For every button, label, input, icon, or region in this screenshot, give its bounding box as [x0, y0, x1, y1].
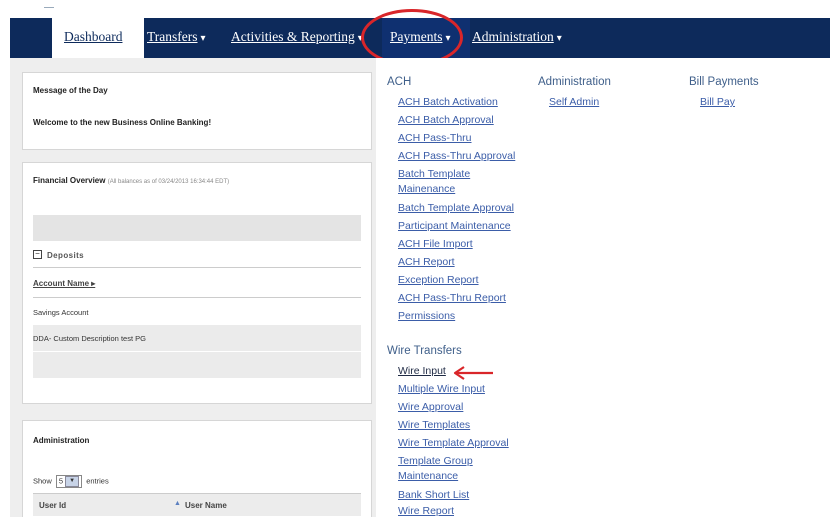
nav-administration-label: Administration [472, 29, 554, 44]
menu-item-exception-report[interactable]: Exception Report [398, 274, 479, 287]
message-of-the-day-panel: Message of the Day Welcome to the new Bu… [22, 72, 372, 150]
top-divider [44, 7, 54, 8]
chevron-down-icon: ▾ [200, 33, 206, 44]
menu-item-template-group[interactable]: Template Group [398, 455, 473, 468]
menu-item-ach-pass-thru-approval[interactable]: ACH Pass-Thru Approval [398, 150, 515, 163]
menu-item-ach-batch-approval[interactable]: ACH Batch Approval [398, 114, 494, 127]
menu-item-bill-pay[interactable]: Bill Pay [700, 96, 735, 109]
nav-payments[interactable]: Payments ▾ [390, 29, 451, 47]
user-id-header[interactable]: User Id [39, 501, 66, 510]
deposits-section-header[interactable]: − Deposits [33, 245, 361, 268]
account-name: Savings Account [33, 308, 89, 317]
nav-dashboard-label: Dashboard [64, 29, 123, 44]
nav-administration[interactable]: Administration ▾ [472, 29, 562, 47]
financial-subtitle: (All balances as of 03/24/2013 16:34:44 … [107, 179, 230, 185]
menu-item-wire-approval[interactable]: Wire Approval [398, 401, 463, 414]
entries-label: entries [86, 476, 109, 486]
menu-item-ach-batch-activation[interactable]: ACH Batch Activation [398, 96, 498, 109]
nav-transfers-label: Transfers [147, 29, 198, 44]
top-strip [0, 0, 830, 18]
nav-activities-reporting[interactable]: Activities & Reporting ▾ [231, 29, 363, 47]
sort-ascending-icon[interactable]: ▲ [174, 500, 181, 507]
financial-title-text: Financial Overview [33, 176, 106, 185]
bill-payments-heading: Bill Payments [689, 76, 759, 88]
users-table-header: User Id ▲ User Name [33, 493, 361, 516]
collapse-icon[interactable]: − [33, 250, 42, 259]
entries-select-value: 5 [58, 476, 64, 486]
menu-item-ach-report[interactable]: ACH Report [398, 256, 455, 269]
financial-overview-panel: Financial Overview (All balances as of 0… [22, 162, 372, 404]
motd-title: Message of the Day [33, 86, 108, 95]
menu-item-ach-file-import[interactable]: ACH File Import [398, 238, 473, 251]
menu-item-bank-short-list[interactable]: Bank Short List [398, 489, 469, 502]
main-nav-bar: Dashboard Transfers ▾ Activities & Report… [10, 18, 830, 58]
chevron-down-icon: ▾ [357, 33, 363, 44]
menu-item-wire-report[interactable]: Wire Report [398, 505, 454, 518]
wire-transfers-heading: Wire Transfers [387, 345, 462, 357]
menu-item-batch-template-approval[interactable]: Batch Template Approval [398, 202, 514, 215]
entries-selector: Show 5 ▼ entries [33, 475, 109, 488]
menu-item-wire-template-approval[interactable]: Wire Template Approval [398, 437, 509, 450]
nav-payments-label: Payments [390, 29, 443, 44]
admin-heading: Administration [538, 76, 611, 88]
account-name: DDA- Custom Description test PG [33, 334, 146, 343]
nav-activities-label: Activities & Reporting [231, 29, 355, 44]
show-label: Show [33, 476, 52, 486]
menu-item-wire-input[interactable]: Wire Input [398, 365, 446, 378]
entries-select[interactable]: 5 ▼ [55, 475, 83, 488]
financial-overview-title: Financial Overview (All balances as of 0… [33, 176, 229, 185]
administration-panel: Administration Show 5 ▼ entries User Id … [22, 420, 372, 517]
menu-item-participant-maintenance[interactable]: Participant Maintenance [398, 220, 511, 233]
chevron-down-icon: ▾ [556, 33, 562, 44]
menu-item-batch-template[interactable]: Batch Template [398, 168, 470, 181]
financial-header-row [33, 215, 361, 241]
red-arrow-annotation [453, 366, 493, 380]
table-row[interactable]: Savings Account [33, 299, 361, 325]
account-name-header[interactable]: Account Name ▸ [33, 273, 361, 298]
user-name-header[interactable]: User Name [185, 501, 227, 510]
ach-heading: ACH [387, 76, 412, 88]
nav-transfers[interactable]: Transfers ▾ [147, 29, 206, 47]
motd-text: Welcome to the new Business Online Banki… [33, 118, 212, 127]
menu-item-batch-template-cont[interactable]: Mainenance [398, 183, 455, 196]
administration-title: Administration [33, 436, 90, 445]
menu-item-self-admin[interactable]: Self Admin [549, 96, 599, 109]
deposits-label: Deposits [47, 251, 84, 260]
dropdown-arrow-icon[interactable]: ▼ [65, 476, 80, 487]
menu-item-ach-pass-thru-report[interactable]: ACH Pass-Thru Report [398, 292, 506, 305]
menu-item-ach-pass-thru[interactable]: ACH Pass-Thru [398, 132, 472, 145]
menu-item-multiple-wire-input[interactable]: Multiple Wire Input [398, 383, 485, 396]
menu-item-wire-templates[interactable]: Wire Templates [398, 419, 470, 432]
account-name-header-label[interactable]: Account Name ▸ [33, 279, 95, 288]
table-row[interactable]: DDA- Custom Description test PG [33, 325, 361, 351]
menu-item-template-group-cont[interactable]: Maintenance [398, 470, 458, 483]
menu-item-permissions[interactable]: Permissions [398, 310, 455, 323]
financial-footer-row [33, 352, 361, 378]
nav-dashboard[interactable]: Dashboard [52, 18, 144, 58]
chevron-down-icon: ▾ [445, 33, 451, 44]
